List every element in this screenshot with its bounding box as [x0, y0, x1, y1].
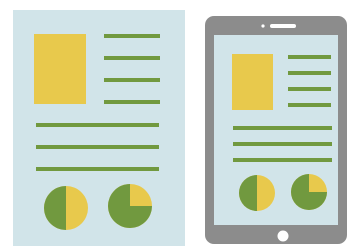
document-side-line-3	[104, 78, 160, 82]
tablet-body-line-2	[233, 142, 332, 146]
document-side-line-2	[104, 56, 160, 60]
document-body-line-2	[36, 145, 159, 149]
home-button-icon	[277, 230, 289, 242]
camera-dot-icon	[261, 24, 265, 28]
tablet-pie-chart-1	[239, 175, 275, 211]
tablet-body-line-1	[233, 126, 332, 130]
document-pie-chart-2	[108, 184, 152, 228]
tablet-side-line-1	[288, 55, 331, 59]
document-side-line-1	[104, 34, 160, 38]
illustration-canvas	[13, 10, 347, 246]
document-body-line-1	[36, 123, 159, 127]
tablet-side-line-3	[288, 87, 331, 91]
document-pie-chart-1	[44, 186, 88, 230]
document-body-line-3	[36, 167, 159, 171]
tablet-device	[205, 16, 347, 244]
speaker-slot-icon	[270, 24, 296, 28]
tablet-image-block	[232, 54, 273, 110]
tablet-side-line-4	[288, 103, 331, 107]
tablet-pie-chart-2	[291, 174, 327, 210]
document-image-block	[34, 34, 86, 104]
illustration	[0, 0, 353, 246]
paper-document	[13, 10, 185, 246]
tablet-body-line-3	[233, 158, 332, 162]
tablet-side-line-2	[288, 71, 331, 75]
document-side-line-4	[104, 100, 160, 104]
